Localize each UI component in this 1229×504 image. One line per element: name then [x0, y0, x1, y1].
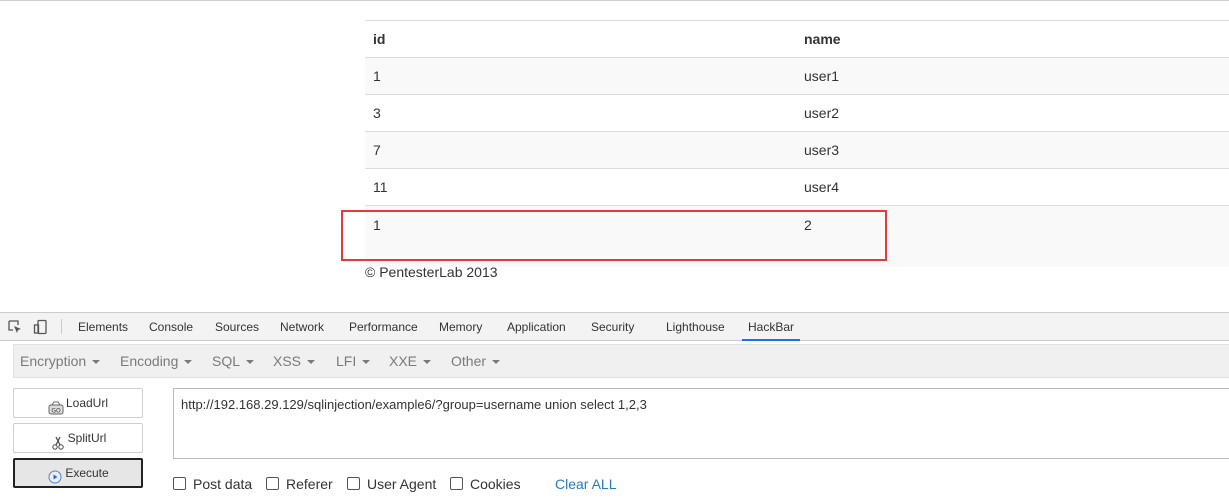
- tab-elements[interactable]: Elements: [78, 320, 128, 334]
- checkbox-box[interactable]: [450, 477, 463, 490]
- table-row: 11 user4: [365, 168, 1229, 206]
- tab-network[interactable]: Network: [280, 320, 324, 334]
- caret-down-icon: [92, 360, 101, 365]
- url-text: http://192.168.29.129/sqlinjection/examp…: [181, 397, 647, 412]
- url-textarea[interactable]: http://192.168.29.129/sqlinjection/examp…: [173, 388, 1229, 459]
- user-agent-checkbox[interactable]: User Agent: [347, 476, 436, 492]
- highlight-box: [341, 210, 887, 261]
- post-data-checkbox[interactable]: Post data: [173, 476, 252, 492]
- load-icon: GO: [48, 397, 64, 415]
- tab-lighthouse[interactable]: Lighthouse: [666, 320, 725, 334]
- menu-encryption[interactable]: Encryption: [20, 353, 101, 369]
- page-content: id name 1 user1 3 user2 7 user3 11 user4…: [0, 0, 1229, 312]
- cell-name: user1: [796, 57, 1229, 95]
- menu-label: Encryption: [20, 353, 87, 369]
- cell-name: user4: [796, 168, 1229, 206]
- checkbox-box[interactable]: [173, 477, 186, 490]
- play-icon: [47, 467, 63, 484]
- menu-sql[interactable]: SQL: [212, 353, 255, 369]
- tabbar-separator: [61, 319, 62, 334]
- inspect-element-icon[interactable]: [7, 319, 23, 335]
- tab-memory[interactable]: Memory: [439, 320, 482, 334]
- table-row: 7 user3: [365, 131, 1229, 169]
- referer-checkbox[interactable]: Referer: [266, 476, 333, 492]
- split-url-button[interactable]: SplitUrl: [13, 423, 143, 453]
- menu-label: Other: [451, 353, 487, 369]
- cookies-checkbox[interactable]: Cookies: [450, 476, 521, 492]
- menu-lfi[interactable]: LFI: [336, 353, 371, 369]
- menu-label: Encoding: [120, 353, 179, 369]
- caret-down-icon: [423, 360, 432, 365]
- caret-down-icon: [362, 360, 371, 365]
- hackbar-menubar: Encryption Encoding SQL XSS LFI XXE Othe…: [13, 344, 1229, 378]
- menu-label: LFI: [336, 353, 357, 369]
- menu-label: XXE: [389, 353, 418, 369]
- menu-encoding[interactable]: Encoding: [120, 353, 193, 369]
- option-label: Referer: [286, 476, 333, 492]
- caret-down-icon: [492, 360, 501, 365]
- cell-id: 11: [365, 168, 796, 206]
- tab-console[interactable]: Console: [149, 320, 193, 334]
- devtools-panel: Elements Console Sources Network Perform…: [0, 312, 1229, 504]
- table-row: 3 user2: [365, 94, 1229, 132]
- load-url-label: LoadUrl: [65, 396, 109, 410]
- split-url-label: SplitUrl: [67, 431, 107, 445]
- scissors-icon: [50, 432, 66, 450]
- cell-name: user2: [796, 94, 1229, 132]
- header-name: name: [796, 20, 1229, 58]
- top-divider: [0, 0, 1229, 1]
- caret-down-icon: [184, 360, 193, 365]
- devtools-tabbar: Elements Console Sources Network Perform…: [0, 313, 1229, 341]
- checkbox-box[interactable]: [266, 477, 279, 490]
- caret-down-icon: [307, 360, 316, 365]
- load-url-button[interactable]: GO LoadUrl: [13, 388, 143, 418]
- option-label: Post data: [193, 476, 253, 492]
- execute-button[interactable]: Execute: [13, 458, 143, 488]
- menu-label: SQL: [212, 353, 241, 369]
- option-label: Cookies: [470, 476, 521, 492]
- menu-label: XSS: [273, 353, 302, 369]
- option-label: User Agent: [367, 476, 437, 492]
- menu-xss[interactable]: XSS: [273, 353, 316, 369]
- cell-name: user3: [796, 131, 1229, 169]
- cell-id: 7: [365, 131, 796, 169]
- cell-id: 1: [365, 57, 796, 95]
- device-toolbar-icon[interactable]: [33, 319, 49, 335]
- header-id: id: [365, 20, 796, 58]
- copyright-footer: © PentesterLab 2013: [365, 264, 498, 280]
- execute-label: Execute: [65, 466, 109, 480]
- menu-xxe[interactable]: XXE: [389, 353, 432, 369]
- svg-text:GO: GO: [51, 407, 61, 414]
- tab-hackbar[interactable]: HackBar: [742, 313, 801, 341]
- table-row: 1 user1: [365, 57, 1229, 95]
- clear-all-link[interactable]: Clear ALL: [555, 476, 616, 492]
- tab-sources[interactable]: Sources: [215, 320, 259, 334]
- tab-performance[interactable]: Performance: [349, 320, 418, 334]
- cell-id: 3: [365, 94, 796, 132]
- table-header-row: id name: [365, 20, 1229, 58]
- checkbox-box[interactable]: [347, 477, 360, 490]
- tab-security[interactable]: Security: [591, 320, 634, 334]
- menu-other[interactable]: Other: [451, 353, 501, 369]
- tab-application[interactable]: Application: [507, 320, 566, 334]
- caret-down-icon: [246, 360, 255, 365]
